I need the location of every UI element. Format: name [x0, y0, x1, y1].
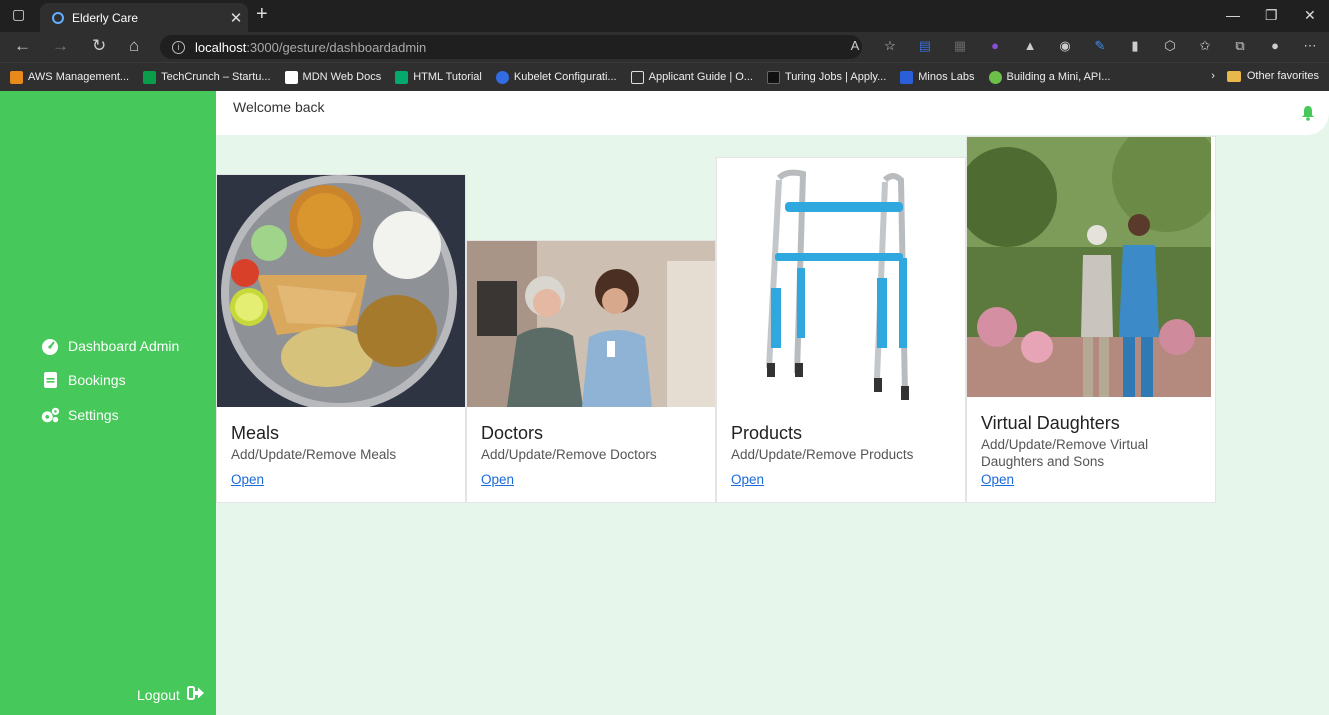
- sidebar-label: Dashboard Admin: [68, 338, 180, 354]
- minos-icon: [900, 70, 914, 84]
- more-menu-icon[interactable]: ⋯: [1301, 38, 1319, 54]
- open-doctors-link[interactable]: Open: [481, 472, 514, 487]
- w3schools-icon: [395, 70, 409, 84]
- sidebar-label: Bookings: [68, 372, 126, 388]
- extensions-puzzle-icon[interactable]: ⬡: [1161, 38, 1179, 54]
- bookmarks-bar: AWS Management... TechCrunch – Startu...…: [0, 62, 1329, 91]
- sidebar-item-bookings[interactable]: Bookings: [40, 370, 126, 390]
- sign-out-icon: [186, 685, 205, 704]
- browser-toolbar: A ☆ ▤ ▦ ● ▲ ◉ ✎ ▮ ⬡ ✩ ⧉ ● ⋯: [846, 38, 1319, 54]
- sidebar-item-dashboard-admin[interactable]: Dashboard Admin: [40, 336, 179, 356]
- browser-tab[interactable]: Elderly Care ✕: [40, 3, 248, 32]
- card-description: Add/Update/Remove Meals: [231, 447, 397, 462]
- other-favorites[interactable]: › Other favorites: [1211, 70, 1319, 82]
- thali-meal-photo: [217, 175, 465, 407]
- welcome-text: Welcome back: [233, 99, 325, 115]
- card-title: Virtual Daughters: [981, 413, 1120, 433]
- card-title: Meals: [231, 423, 280, 443]
- collections-icon[interactable]: ⧉: [1231, 38, 1249, 54]
- gears-icon: [40, 405, 60, 425]
- bookmark-techcrunch[interactable]: TechCrunch – Startu...: [143, 70, 271, 84]
- bookmark-turing[interactable]: Turing Jobs | Apply...: [766, 70, 886, 84]
- tab-actions-icon[interactable]: ▢: [12, 6, 25, 23]
- sidebar-label: Settings: [68, 407, 119, 423]
- open-virtual-daughters-link[interactable]: Open: [981, 472, 1014, 487]
- bookmark-html-tutorial[interactable]: HTML Tutorial: [395, 70, 482, 84]
- card-title: Products: [731, 423, 803, 443]
- card-meals: Meals Add/Update/Remove Meals Open: [216, 174, 466, 503]
- walker-photo: [717, 158, 965, 407]
- open-products-link[interactable]: Open: [731, 472, 764, 487]
- url-host: localhost: [195, 39, 247, 55]
- bookmark-kubelet[interactable]: Kubelet Configurati...: [495, 70, 617, 84]
- forward-icon[interactable]: →: [52, 36, 69, 56]
- close-tab-icon[interactable]: ✕: [224, 9, 248, 27]
- bell-icon[interactable]: [1301, 105, 1315, 126]
- leaf-icon: [988, 70, 1002, 84]
- profile-avatar-icon[interactable]: ●: [1266, 38, 1284, 54]
- url-path: :3000/gesture/dashboardadmin: [246, 39, 427, 55]
- kubernetes-icon: [495, 70, 509, 84]
- read-aloud-icon[interactable]: A: [846, 38, 864, 54]
- bookmark-building-api[interactable]: Building a Mini, API...: [988, 70, 1110, 84]
- folder-icon: [1226, 70, 1241, 82]
- sidebar: Dashboard Admin Bookings Settings Logout: [0, 91, 216, 715]
- browser-titlebar: ▢ Elderly Care ✕ + — ❐ ✕: [0, 0, 1329, 32]
- back-icon[interactable]: ←: [14, 36, 31, 56]
- extension-blue-icon[interactable]: ▤: [916, 38, 934, 54]
- bookmark-minos[interactable]: Minos Labs: [900, 70, 975, 84]
- chevron-right-icon[interactable]: ›: [1211, 70, 1215, 82]
- turing-icon: [766, 70, 780, 84]
- browser-navbar: ← → ↻ ⌂ i localhost :3000/gesture/dashbo…: [0, 32, 1329, 62]
- sidebar-item-settings[interactable]: Settings: [40, 405, 119, 425]
- card-description: Add/Update/Remove Virtual Daughters and …: [981, 437, 1149, 469]
- card-description: Add/Update/Remove Products: [731, 447, 914, 462]
- tab-title: Elderly Care: [72, 10, 139, 25]
- book-icon: [40, 370, 60, 390]
- card-products: Products Add/Update/Remove Products Open: [716, 157, 966, 503]
- speedometer-icon: [40, 336, 60, 356]
- nurse-elderly-photo: [467, 241, 715, 407]
- extension-purple-icon[interactable]: ●: [986, 38, 1004, 54]
- extension-bottle-icon[interactable]: ▮: [1126, 38, 1144, 54]
- bookmark-mdn[interactable]: MDN Web Docs: [284, 70, 381, 84]
- extension-circle-icon[interactable]: ◉: [1056, 38, 1074, 54]
- close-window-icon[interactable]: ✕: [1304, 7, 1316, 24]
- site-info-icon[interactable]: i: [172, 40, 185, 54]
- logout-label: Logout: [137, 686, 180, 703]
- favorites-icon[interactable]: ✩: [1196, 38, 1214, 54]
- document-icon: [630, 70, 644, 84]
- home-icon[interactable]: ⌂: [129, 36, 139, 56]
- logout-button[interactable]: Logout: [137, 685, 205, 704]
- bookmark-applicant-guide[interactable]: Applicant Guide | O...: [630, 70, 753, 84]
- minimize-icon[interactable]: —: [1226, 7, 1240, 23]
- favorite-star-icon[interactable]: ☆: [881, 38, 899, 54]
- refresh-icon[interactable]: ↻: [92, 36, 106, 56]
- open-meals-link[interactable]: Open: [231, 472, 264, 487]
- caregiver-walk-photo: [967, 137, 1215, 397]
- extension-mountain-icon[interactable]: ▲: [1021, 38, 1039, 54]
- techcrunch-icon: [143, 70, 157, 84]
- card-virtual-daughters: Virtual Daughters Add/Update/Remove Virt…: [966, 136, 1216, 503]
- address-bar[interactable]: i localhost :3000/gesture/dashboardadmin: [160, 35, 862, 59]
- card-doctors: Doctors Add/Update/Remove Doctors Open: [466, 240, 716, 503]
- mdn-icon: [284, 70, 298, 84]
- aws-icon: [10, 70, 23, 84]
- extension-grey-icon[interactable]: ▦: [951, 38, 969, 54]
- bookmark-aws[interactable]: AWS Management...: [10, 70, 129, 84]
- new-tab-icon[interactable]: +: [256, 3, 268, 26]
- react-favicon-icon: [52, 11, 64, 24]
- extension-feather-icon[interactable]: ✎: [1091, 38, 1109, 54]
- card-title: Doctors: [481, 423, 544, 443]
- top-header: Welcome back: [216, 91, 1329, 135]
- restore-icon[interactable]: ❐: [1265, 7, 1278, 24]
- card-description: Add/Update/Remove Doctors: [481, 447, 657, 462]
